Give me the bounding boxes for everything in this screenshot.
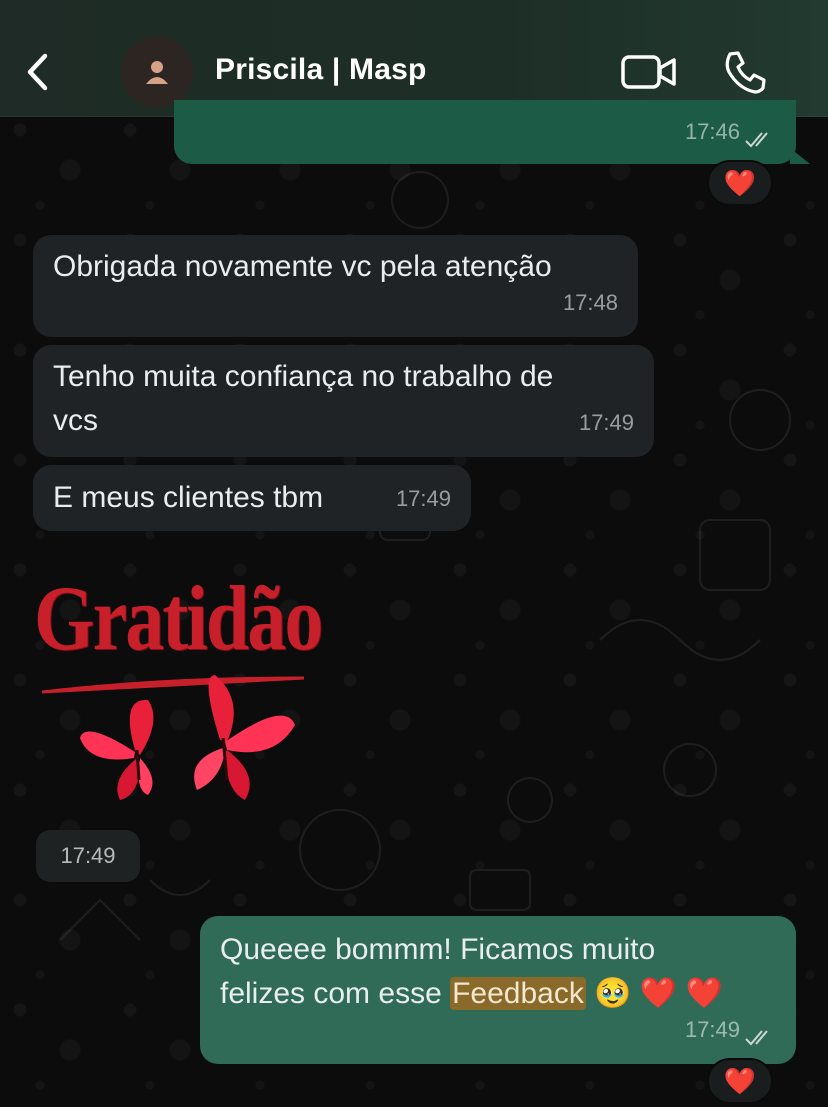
message-reaction[interactable]: ❤️ <box>707 160 773 206</box>
message-reaction[interactable]: ❤️ <box>707 1058 773 1104</box>
message-text-line-1: Queeee bommm! Ficamos muito <box>220 933 656 966</box>
phone-icon <box>725 51 766 94</box>
contact-name[interactable]: Priscila | Masp <box>215 53 427 87</box>
contact-avatar[interactable] <box>121 36 193 108</box>
double-check-icon <box>745 132 768 148</box>
person-icon <box>146 61 168 84</box>
message-outgoing[interactable]: Queeee bommm! Ficamos muito felizes com … <box>200 916 796 1064</box>
chevron-left-icon <box>27 53 48 91</box>
message-time: 17:48 <box>562 290 618 315</box>
message-text-line-1: Tenho muita confiança no trabalho de <box>53 360 554 393</box>
message-incoming[interactable]: Tenho muita confiança no trabalho de vcs… <box>33 345 654 457</box>
message-incoming[interactable]: Obrigada novamente vc pela atenção 17:48 <box>33 235 638 337</box>
message-text-line-2: felizes com esse Feedback 🥹 ❤️ ❤️ <box>220 972 723 1016</box>
message-text: E meus clientes tbm <box>53 481 324 514</box>
message-time: 17:49 <box>578 410 634 435</box>
voice-call-button[interactable] <box>720 48 768 96</box>
double-check-icon <box>745 1030 768 1046</box>
message-outgoing[interactable]: 17:46 <box>174 100 796 164</box>
message-time: 17:46 <box>684 119 740 144</box>
message-time: 17:49 <box>395 486 451 511</box>
emoji-group: 🥹 ❤️ ❤️ <box>594 977 723 1010</box>
message-text-line-2: vcs <box>53 404 98 437</box>
highlighted-word[interactable]: Feedback <box>450 977 586 1010</box>
heart-icon: ❤️ <box>723 167 757 198</box>
video-call-button[interactable] <box>620 52 678 92</box>
message-text: Obrigada novamente vc pela atenção <box>53 250 552 283</box>
bubble-tail <box>790 148 810 164</box>
heart-icon: ❤️ <box>723 1065 757 1096</box>
sticker-time: 17:49 <box>36 830 140 882</box>
butterflies-icon <box>41 675 305 800</box>
sticker-message[interactable]: Gratidão <box>30 560 323 810</box>
message-time: 17:49 <box>684 1017 740 1042</box>
message-incoming[interactable]: E meus clientes tbm 17:49 <box>33 465 471 531</box>
back-button[interactable] <box>20 50 56 94</box>
message-text-segment: felizes com esse <box>220 977 451 1010</box>
video-camera-icon <box>621 55 676 89</box>
